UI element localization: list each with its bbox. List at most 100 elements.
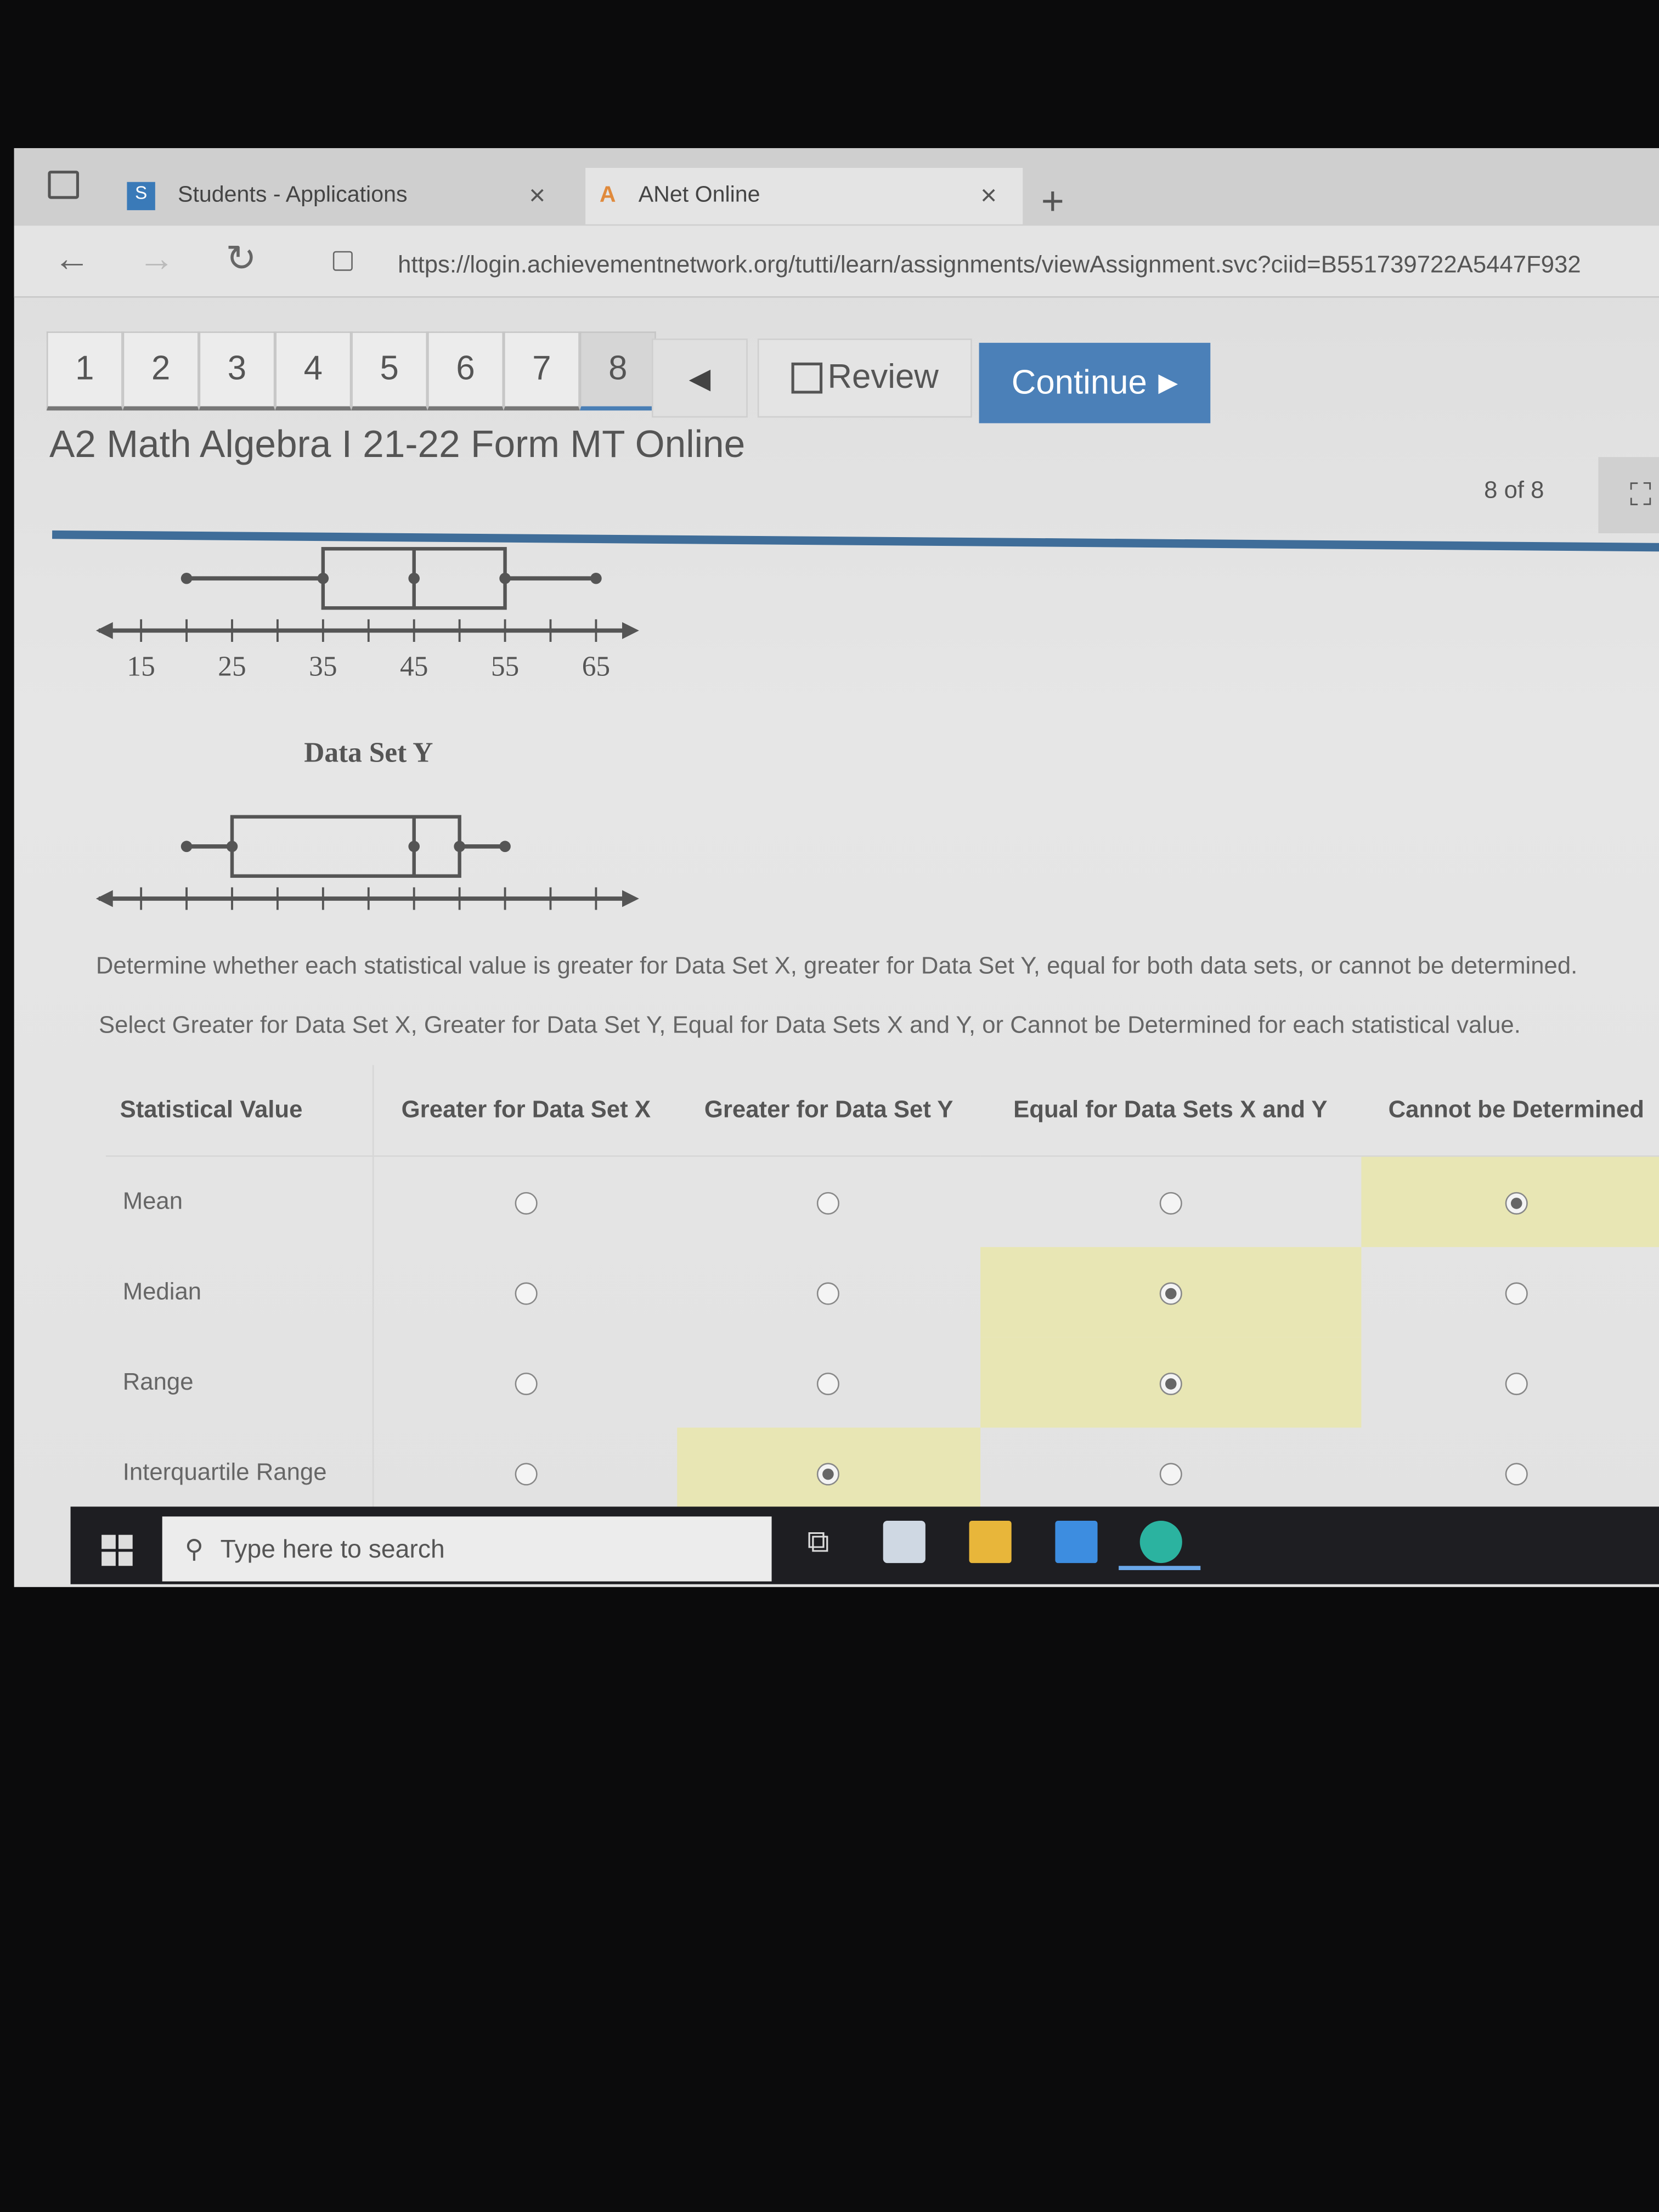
answer-cell[interactable] bbox=[678, 1427, 980, 1518]
review-button[interactable]: Review bbox=[757, 338, 972, 418]
radio-button[interactable] bbox=[1505, 1191, 1528, 1214]
play-icon: ▶ bbox=[1158, 368, 1178, 397]
answer-cell[interactable] bbox=[374, 1156, 678, 1247]
radio-button[interactable] bbox=[817, 1282, 840, 1305]
previous-icon: ◀ bbox=[689, 363, 711, 394]
left-arrow-icon bbox=[95, 890, 113, 907]
page-title: A2 Math Algebra I 21-22 Form MT Online bbox=[49, 423, 746, 466]
back-icon[interactable]: ← bbox=[54, 237, 91, 281]
task-view-icon[interactable]: ⧉ bbox=[797, 1521, 839, 1563]
answer-cell[interactable] bbox=[1361, 1247, 1659, 1338]
question-6-button[interactable]: 6 bbox=[427, 331, 504, 411]
right-arrow-icon bbox=[622, 890, 639, 907]
answer-cell[interactable] bbox=[980, 1337, 1361, 1428]
answer-cell[interactable] bbox=[678, 1247, 980, 1338]
forward-icon[interactable]: → bbox=[138, 237, 175, 281]
tick-label: 65 bbox=[582, 651, 610, 682]
column-header: Greater for Data Set Y bbox=[678, 1065, 980, 1157]
data-point bbox=[180, 572, 193, 584]
taskbar-search[interactable]: ⚲ Type here to search bbox=[162, 1516, 772, 1582]
question-1-button[interactable]: 1 bbox=[46, 331, 123, 411]
store-icon[interactable] bbox=[883, 1520, 926, 1564]
tick-label: 25 bbox=[218, 651, 246, 682]
answer-cell[interactable] bbox=[1361, 1427, 1659, 1518]
table-row: Mean bbox=[105, 1156, 1659, 1248]
radio-button[interactable] bbox=[817, 1191, 840, 1214]
answer-cell[interactable] bbox=[1361, 1156, 1659, 1248]
box-plots: 152535455565Data Set Y152535455565 bbox=[95, 547, 639, 910]
answer-cell[interactable] bbox=[374, 1247, 678, 1338]
iqr-box bbox=[230, 815, 461, 878]
question-5-button[interactable]: 5 bbox=[351, 331, 428, 411]
search-placeholder: Type here to search bbox=[220, 1534, 445, 1562]
answer-cell[interactable] bbox=[980, 1156, 1361, 1247]
left-arrow-icon bbox=[95, 622, 113, 639]
radio-button[interactable] bbox=[1159, 1462, 1182, 1485]
tab-students-applications[interactable]: S Students - Applications × bbox=[113, 168, 572, 224]
active-app-indicator bbox=[1119, 1566, 1201, 1570]
question-instruction: Select Greater for Data Set X, Greater f… bbox=[98, 1011, 1521, 1039]
question-7-button[interactable]: 7 bbox=[503, 331, 580, 411]
anet-icon: A bbox=[599, 183, 616, 207]
question-3-button[interactable]: 3 bbox=[199, 331, 275, 411]
radio-button[interactable] bbox=[1159, 1282, 1182, 1305]
mail-icon[interactable] bbox=[1055, 1520, 1098, 1564]
row-label: Range bbox=[105, 1337, 375, 1428]
tick-label: 45 bbox=[400, 651, 428, 682]
tab-actions-icon[interactable] bbox=[48, 171, 79, 199]
windows-start-icon[interactable] bbox=[101, 1534, 133, 1566]
data-point bbox=[454, 840, 465, 853]
answer-cell[interactable] bbox=[374, 1427, 678, 1518]
question-4-button[interactable]: 4 bbox=[275, 331, 352, 411]
radio-button[interactable] bbox=[1505, 1372, 1528, 1395]
radio-button[interactable] bbox=[1159, 1191, 1182, 1214]
file-explorer-icon[interactable] bbox=[969, 1520, 1012, 1564]
table-row: Interquartile Range bbox=[105, 1427, 1659, 1518]
answer-cell[interactable] bbox=[374, 1338, 678, 1428]
refresh-icon[interactable]: ↻ bbox=[225, 237, 256, 281]
radio-button[interactable] bbox=[1505, 1282, 1528, 1305]
radio-button[interactable] bbox=[515, 1462, 538, 1485]
answer-cell[interactable] bbox=[678, 1156, 980, 1247]
data-point bbox=[408, 572, 420, 584]
radio-button[interactable] bbox=[1505, 1462, 1528, 1485]
previous-button[interactable]: ◀ bbox=[651, 338, 748, 418]
url-field[interactable]: https://login.achievementnetwork.org/tut… bbox=[398, 251, 1581, 279]
review-list-icon bbox=[791, 362, 822, 394]
continue-button[interactable]: Continue ▶ bbox=[979, 342, 1211, 424]
tab-label: Students - Applications bbox=[177, 183, 408, 207]
question-2-button[interactable]: 2 bbox=[122, 331, 199, 411]
new-tab-button[interactable]: + bbox=[1041, 179, 1064, 224]
plot-title: Data Set Y bbox=[304, 737, 433, 769]
tab-anet-online[interactable]: A ANet Online × bbox=[585, 167, 1023, 224]
data-point bbox=[499, 572, 511, 584]
tick-label: 35 bbox=[309, 651, 337, 682]
radio-button[interactable] bbox=[515, 1282, 538, 1305]
radio-button[interactable] bbox=[515, 1372, 538, 1395]
answer-cell[interactable] bbox=[678, 1338, 980, 1428]
address-bar: ← → ↻ https://login.achievementnetwork.o… bbox=[14, 225, 1659, 298]
radio-button[interactable] bbox=[817, 1462, 840, 1485]
tick-label: 55 bbox=[491, 651, 519, 682]
radio-button[interactable] bbox=[817, 1372, 840, 1395]
table-row: Median bbox=[105, 1247, 1659, 1338]
search-icon: ⚲ bbox=[184, 1534, 204, 1562]
close-tab-icon[interactable]: × bbox=[529, 180, 545, 212]
question-counter: 8 of 8 bbox=[1484, 477, 1544, 504]
column-header: Equal for Data Sets X and Y bbox=[980, 1065, 1361, 1157]
tick-label: 15 bbox=[127, 651, 155, 682]
fullscreen-icon: ⛶ bbox=[1629, 477, 1652, 512]
answer-cell[interactable] bbox=[1361, 1338, 1659, 1428]
radio-button[interactable] bbox=[1159, 1372, 1182, 1395]
answer-cell[interactable] bbox=[980, 1427, 1361, 1518]
tab-bar: S Students - Applications × A ANet Onlin… bbox=[14, 148, 1659, 226]
data-point bbox=[408, 840, 420, 853]
fullscreen-button[interactable]: ⛶ bbox=[1598, 457, 1659, 533]
question-8-button[interactable]: 8 bbox=[579, 331, 656, 411]
radio-button[interactable] bbox=[515, 1191, 538, 1214]
right-arrow-icon bbox=[622, 622, 639, 639]
edge-icon[interactable] bbox=[1139, 1520, 1182, 1564]
table-row: Range bbox=[105, 1337, 1659, 1428]
answer-cell[interactable] bbox=[980, 1247, 1361, 1338]
close-tab-icon[interactable]: × bbox=[980, 180, 997, 212]
